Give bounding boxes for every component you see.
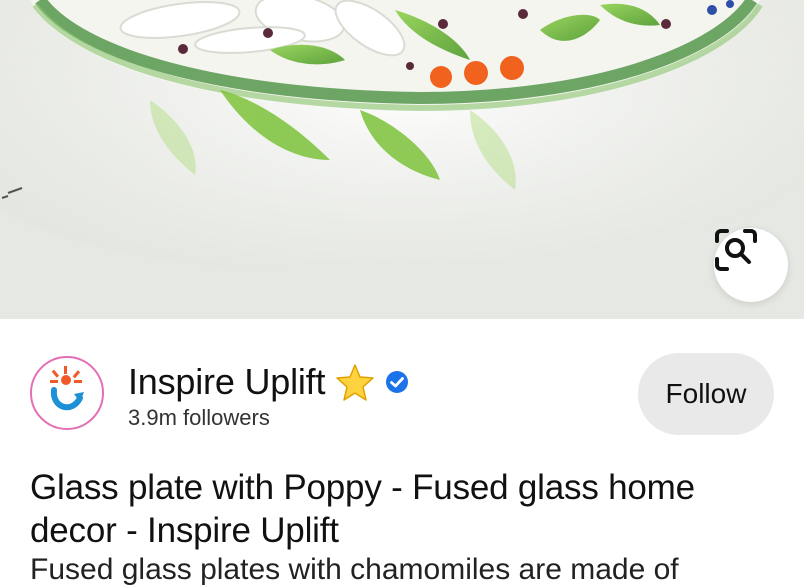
pin-description: Fused glass plates with chamomiles are m… [30, 553, 679, 586]
glass-plate-illustration [0, 0, 804, 319]
visual-search-icon [715, 229, 757, 271]
pin-image[interactable] [0, 0, 804, 319]
follow-button[interactable]: Follow [638, 353, 774, 435]
creator-avatar[interactable] [30, 356, 104, 430]
follower-count: 3.9m followers [128, 405, 270, 430]
inspire-uplift-logo [50, 366, 84, 411]
verified-check-icon [386, 371, 409, 393]
creator-name-line: Inspire Uplift [128, 361, 409, 403]
pin-title: Glass plate with Poppy - Fused glass hom… [30, 468, 695, 550]
visual-search-button[interactable] [714, 228, 788, 302]
creator-name[interactable]: Inspire Uplift [128, 361, 325, 403]
star-emoji-icon [336, 364, 375, 401]
